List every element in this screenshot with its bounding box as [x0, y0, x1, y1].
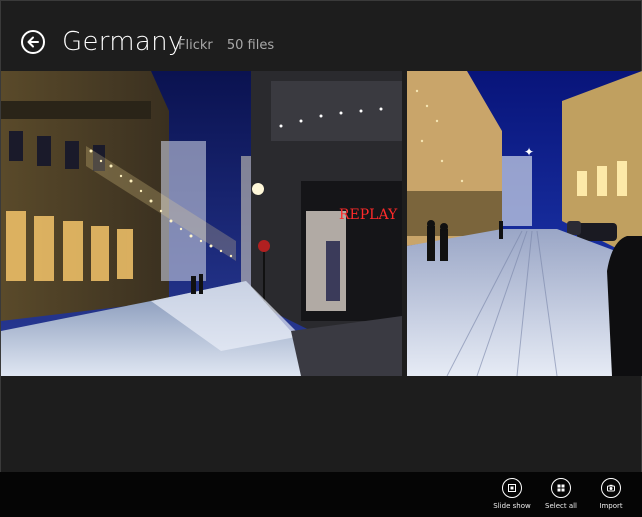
photo-tile-1[interactable]: REPLAY: [1, 71, 402, 376]
select-all-label: Select all: [545, 502, 577, 510]
subtitle: Flickr 50 files: [178, 38, 274, 53]
slide-show-button[interactable]: Slide show: [484, 478, 540, 510]
slideshow-icon: [508, 484, 516, 492]
slide-show-label: Slide show: [493, 502, 531, 510]
import-button[interactable]: Import: [583, 478, 639, 510]
svg-text:✦: ✦: [524, 145, 534, 159]
source-label: Flickr: [178, 38, 213, 53]
select-all-icon: [557, 484, 565, 492]
page-title: Germany: [62, 27, 184, 57]
store-sign: REPLAY: [339, 207, 398, 223]
back-arrow-icon: [27, 36, 39, 48]
snowy-street-image: REPLAY: [1, 71, 402, 376]
import-icon: [607, 484, 615, 492]
app-bar: Slide show Select all Import: [0, 472, 642, 517]
photo-tile-2[interactable]: ✦: [407, 71, 642, 376]
header: Germany Flickr 50 files: [0, 0, 642, 70]
import-label: Import: [599, 502, 623, 510]
snowy-road-image: ✦: [407, 71, 642, 376]
file-count: 50 files: [226, 38, 275, 53]
back-button[interactable]: [21, 30, 45, 54]
select-all-button[interactable]: Select all: [533, 478, 589, 510]
